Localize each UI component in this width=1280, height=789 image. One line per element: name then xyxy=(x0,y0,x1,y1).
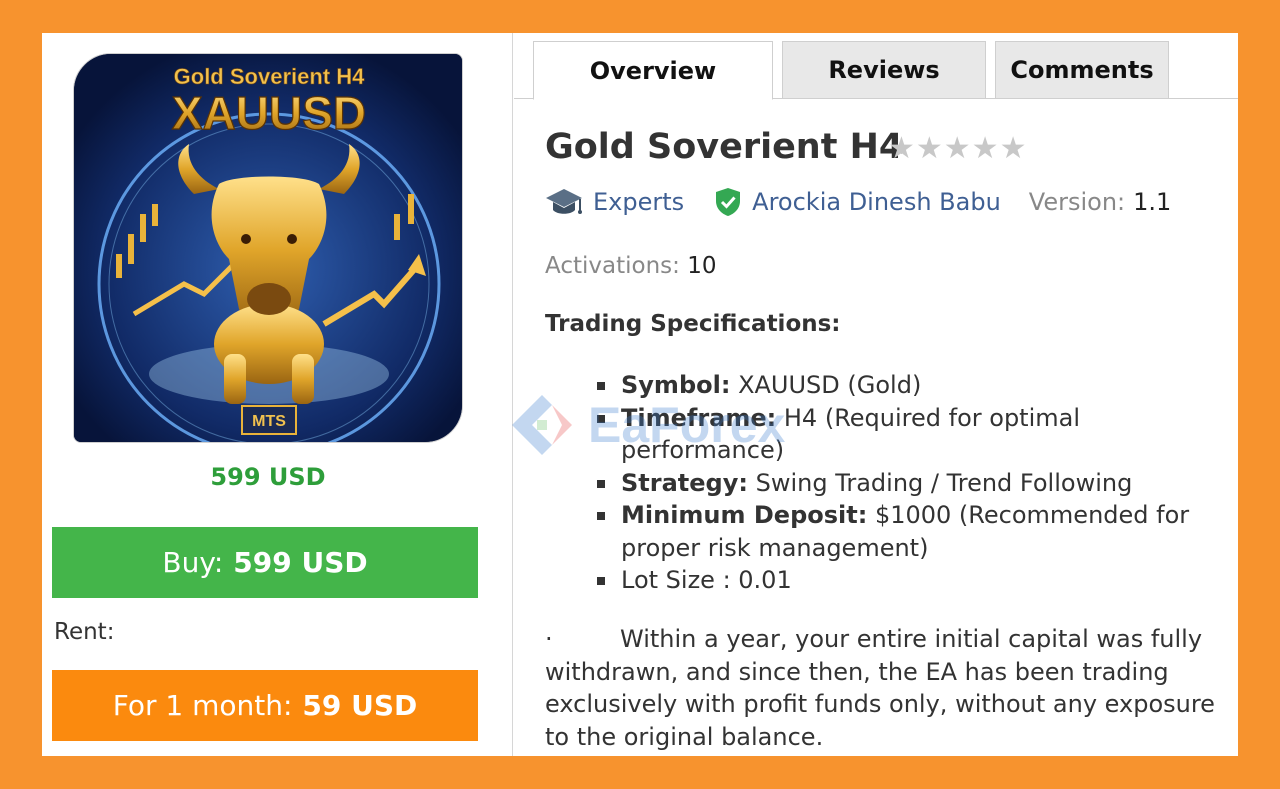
product-logo[interactable]: Gold Soverient H4 XAUUSD MTS xyxy=(73,53,463,443)
list-item: Timeframe: H4 (Required for optimal perf… xyxy=(594,402,1234,467)
tab-overview[interactable]: Overview xyxy=(533,41,773,100)
activations: Activations: 10 xyxy=(545,253,716,279)
list-item: Minimum Deposit: $1000 (Recommended for … xyxy=(594,499,1234,564)
rent-button-price: 59 USD xyxy=(302,689,418,722)
activations-label: Activations: xyxy=(545,253,680,279)
buy-button-price: 599 USD xyxy=(233,546,368,579)
description-paragraph: · Within a year, your entire initial capi… xyxy=(545,623,1235,753)
product-meta: Experts Arockia Dinesh Babu Version: 1.1 xyxy=(545,187,1171,217)
rent-button-label: For 1 month: xyxy=(112,689,293,722)
tab-reviews[interactable]: Reviews xyxy=(782,41,986,99)
purchase-panel: Gold Soverient H4 XAUUSD MTS 599 USD Buy… xyxy=(42,33,512,756)
spec-title: Trading Specifications: xyxy=(545,311,841,337)
author-link[interactable]: Arockia Dinesh Babu xyxy=(752,188,1001,216)
product-price: 599 USD xyxy=(210,463,326,491)
svg-text:Gold Soverient H4: Gold Soverient H4 xyxy=(174,64,365,89)
svg-text:MTS: MTS xyxy=(252,413,286,430)
tab-comments[interactable]: Comments xyxy=(995,41,1169,99)
spec-list: Symbol: XAUUSD (Gold) Timeframe: H4 (Req… xyxy=(594,369,1234,597)
buy-button-label: Buy: xyxy=(162,546,224,579)
verified-shield-icon xyxy=(714,187,742,217)
rent-1-month-button[interactable]: For 1 month: 59 USD xyxy=(52,670,478,741)
graduation-cap-icon xyxy=(545,187,583,217)
paragraph-bullet: · xyxy=(545,625,553,653)
paragraph-text: Within a year, your entire initial capit… xyxy=(545,625,1215,751)
list-item: Symbol: XAUUSD (Gold) xyxy=(594,369,1234,402)
panel-divider xyxy=(512,33,513,756)
tab-bar: Overview Reviews Comments xyxy=(514,41,1238,100)
product-card: Gold Soverient H4 XAUUSD MTS 599 USD Buy… xyxy=(42,33,1238,756)
product-logo-image: Gold Soverient H4 XAUUSD MTS xyxy=(74,54,462,442)
rent-label: Rent: xyxy=(54,619,115,645)
buy-button[interactable]: Buy: 599 USD xyxy=(52,527,478,598)
watermark-logo-icon xyxy=(512,395,572,455)
activations-value: 10 xyxy=(687,253,717,279)
rating-stars-icon[interactable]: ★★★★★ xyxy=(888,131,1027,166)
category-link[interactable]: Experts xyxy=(593,188,684,216)
svg-text:XAUUSD: XAUUSD xyxy=(172,87,366,139)
list-item: Strategy: Swing Trading / Trend Followin… xyxy=(594,467,1234,500)
version-label: Version: xyxy=(1028,188,1126,216)
product-title: Gold Soverient H4 xyxy=(545,127,904,167)
version-value: 1.1 xyxy=(1133,188,1172,216)
list-item: Lot Size : 0.01 xyxy=(594,564,1234,597)
